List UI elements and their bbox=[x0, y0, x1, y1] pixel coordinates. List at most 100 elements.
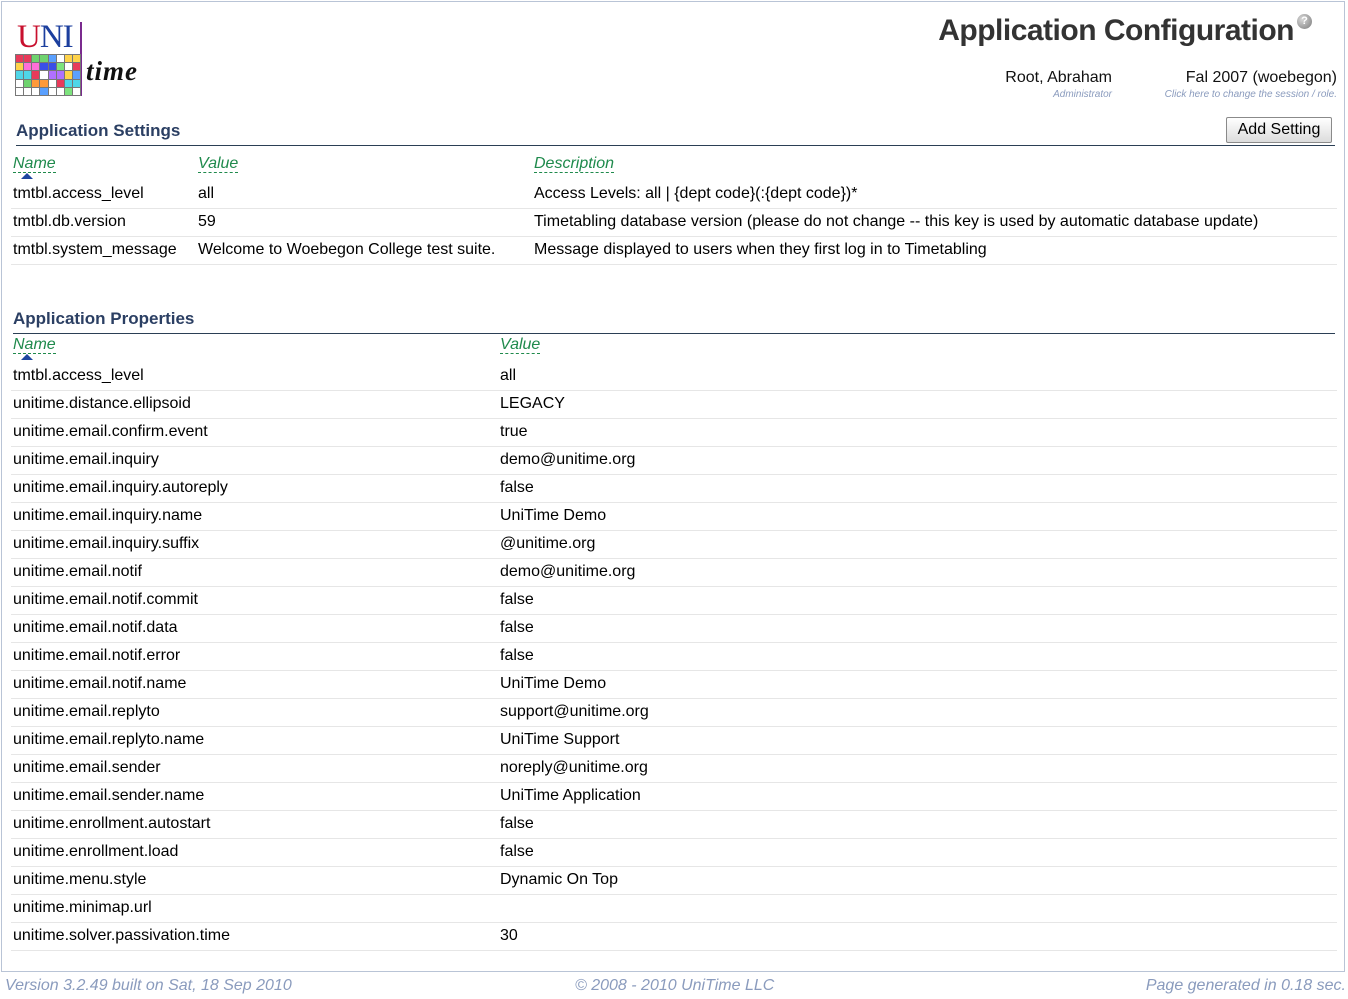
properties-table-row: unitime.solver.passivation.time 30 bbox=[11, 922, 1337, 951]
property-value: Dynamic On Top bbox=[500, 871, 618, 888]
property-name: tmtbl.access_level bbox=[13, 367, 144, 384]
property-value: support@unitime.org bbox=[500, 703, 649, 720]
property-name: unitime.email.notif bbox=[13, 563, 142, 580]
footer-version: Version 3.2.49 built on Sat, 18 Sep 2010 bbox=[5, 977, 292, 994]
properties-table-row: unitime.email.replyto.name UniTime Suppor… bbox=[11, 726, 1337, 755]
property-name: unitime.email.sender bbox=[13, 759, 161, 776]
settings-section-header: Application Settings bbox=[16, 121, 1335, 146]
footer-copyright[interactable]: © 2008 - 2010 UniTime LLC bbox=[575, 977, 774, 995]
property-value: false bbox=[500, 647, 534, 664]
property-name: unitime.minimap.url bbox=[13, 899, 152, 916]
properties-table-row: unitime.distance.ellipsoid LEGACY bbox=[11, 390, 1337, 419]
settings-table-row[interactable]: tmtbl.system_message Welcome to Woebegon … bbox=[11, 236, 1337, 265]
properties-table-row: unitime.email.sender noreply@unitime.org bbox=[11, 754, 1337, 783]
properties-section-title: Application Properties bbox=[13, 309, 195, 328]
setting-name: tmtbl.access_level bbox=[13, 185, 144, 202]
setting-value: all bbox=[198, 185, 215, 202]
properties-table-row: unitime.email.inquiry.autoreply false bbox=[11, 474, 1337, 503]
help-icon[interactable]: ? bbox=[1297, 14, 1312, 29]
property-value: false bbox=[500, 843, 534, 860]
property-name: unitime.email.replyto.name bbox=[13, 731, 205, 748]
property-value: false bbox=[500, 815, 534, 832]
properties-table-row: unitime.enrollment.load false bbox=[11, 838, 1337, 867]
property-name: unitime.email.inquiry bbox=[13, 451, 159, 468]
property-value: UniTime Support bbox=[500, 731, 620, 748]
properties-table-row: unitime.email.inquiry.name UniTime Demo bbox=[11, 502, 1337, 531]
property-value: demo@unitime.org bbox=[500, 563, 636, 580]
property-name: unitime.email.inquiry.suffix bbox=[13, 535, 200, 552]
settings-col-value[interactable]: Value bbox=[198, 155, 239, 173]
properties-col-name[interactable]: Name bbox=[13, 336, 56, 354]
properties-table-row: unitime.email.inquiry demo@unitime.org bbox=[11, 446, 1337, 475]
setting-description: Access Levels: all | {dept code}(:{dept … bbox=[534, 185, 858, 202]
property-name: unitime.email.confirm.event bbox=[13, 423, 208, 440]
settings-section-title: Application Settings bbox=[16, 121, 181, 140]
settings-col-name[interactable]: Name bbox=[13, 155, 56, 173]
properties-table-row: unitime.email.notif.error false bbox=[11, 642, 1337, 671]
properties-col-value[interactable]: Value bbox=[500, 336, 541, 354]
user-name: Root, Abraham bbox=[1005, 69, 1112, 86]
properties-table-row: unitime.email.notif.name UniTime Demo bbox=[11, 670, 1337, 699]
property-value: @unitime.org bbox=[500, 535, 596, 552]
properties-table-row: unitime.email.confirm.event true bbox=[11, 418, 1337, 447]
properties-table-row: tmtbl.access_level all bbox=[11, 362, 1337, 391]
property-value: noreply@unitime.org bbox=[500, 759, 648, 776]
logo-uni-text: UNI bbox=[17, 19, 74, 55]
user-role: Administrator bbox=[1053, 89, 1112, 100]
sort-ascending-icon bbox=[21, 354, 33, 360]
property-name: unitime.email.inquiry.name bbox=[13, 507, 203, 524]
property-value: all bbox=[500, 367, 517, 384]
properties-table-row: unitime.enrollment.autostart false bbox=[11, 810, 1337, 839]
unitime-logo[interactable]: UNI time bbox=[14, 20, 144, 98]
session-name[interactable]: Fal 2007 (woebegon) bbox=[1165, 69, 1337, 87]
properties-table-row: unitime.menu.style Dynamic On Top bbox=[11, 866, 1337, 895]
sort-ascending-icon bbox=[21, 173, 33, 179]
properties-table-row: unitime.email.notif demo@unitime.org bbox=[11, 558, 1337, 587]
property-name: unitime.enrollment.autostart bbox=[13, 815, 211, 832]
property-name: unitime.email.notif.commit bbox=[13, 591, 198, 608]
session-change-hint[interactable]: Click here to change the session / role. bbox=[1165, 89, 1337, 100]
settings-col-description[interactable]: Description bbox=[534, 155, 615, 173]
logo-time-text: time bbox=[86, 56, 138, 86]
property-value: false bbox=[500, 479, 534, 496]
property-name: unitime.email.sender.name bbox=[13, 787, 205, 804]
setting-value: Welcome to Woebegon College test suite. bbox=[198, 241, 496, 258]
properties-table-row: unitime.email.notif.commit false bbox=[11, 586, 1337, 615]
properties-section-header: Application Properties bbox=[13, 309, 1335, 334]
properties-table-row: unitime.email.sender.name UniTime Applica… bbox=[11, 782, 1337, 811]
property-value: UniTime Demo bbox=[500, 675, 607, 692]
property-name: unitime.enrollment.load bbox=[13, 843, 179, 860]
settings-table-row[interactable]: tmtbl.db.version 59 Timetabling database v… bbox=[11, 208, 1337, 237]
properties-table-row: unitime.minimap.url bbox=[11, 894, 1337, 923]
property-value: LEGACY bbox=[500, 395, 565, 412]
property-value: true bbox=[500, 423, 528, 440]
property-name: unitime.email.notif.error bbox=[13, 647, 181, 664]
footer-generated: Page generated in 0.18 sec. bbox=[1145, 977, 1346, 994]
property-name: unitime.email.inquiry.autoreply bbox=[13, 479, 228, 496]
settings-table-row[interactable]: tmtbl.access_level all Access Levels: all … bbox=[11, 180, 1337, 209]
setting-value: 59 bbox=[198, 213, 216, 230]
setting-name: tmtbl.db.version bbox=[13, 213, 126, 230]
property-name: unitime.menu.style bbox=[13, 871, 147, 888]
property-value: demo@unitime.org bbox=[500, 451, 636, 468]
property-name: unitime.email.notif.data bbox=[13, 619, 178, 636]
session-info[interactable]: Fal 2007 (woebegon) Click here to change… bbox=[1165, 69, 1337, 100]
page-title: Application Configuration bbox=[938, 14, 1294, 47]
logo-grid-icon bbox=[15, 54, 81, 96]
setting-description: Message displayed to users when they fir… bbox=[534, 241, 987, 258]
properties-table-row: unitime.email.replyto support@unitime.org bbox=[11, 698, 1337, 727]
property-value: false bbox=[500, 591, 534, 608]
user-info: Root, Abraham Administrator bbox=[1005, 69, 1112, 100]
property-name: unitime.email.replyto bbox=[13, 703, 160, 720]
property-value: 30 bbox=[500, 927, 518, 944]
property-name: unitime.solver.passivation.time bbox=[13, 927, 230, 944]
property-name: unitime.email.notif.name bbox=[13, 675, 187, 692]
property-name: unitime.distance.ellipsoid bbox=[13, 395, 191, 412]
add-setting-button[interactable]: Add Setting bbox=[1226, 117, 1332, 143]
property-value: UniTime Application bbox=[500, 787, 641, 804]
properties-table-row: unitime.email.notif.data false bbox=[11, 614, 1337, 643]
setting-name: tmtbl.system_message bbox=[13, 241, 177, 258]
setting-description: Timetabling database version (please do … bbox=[534, 213, 1259, 230]
property-value: UniTime Demo bbox=[500, 507, 607, 524]
properties-table-row: unitime.email.inquiry.suffix @unitime.org bbox=[11, 530, 1337, 559]
